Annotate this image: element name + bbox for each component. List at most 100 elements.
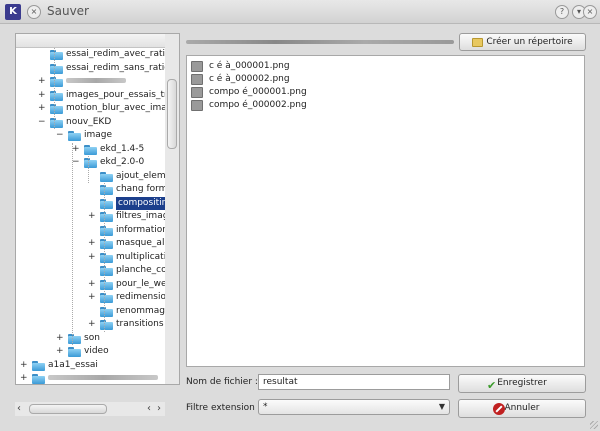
filter-select[interactable]: * ▼ xyxy=(258,399,450,415)
file-name: compo é_000001.png xyxy=(209,87,307,97)
tree-item[interactable]: renommag xyxy=(16,305,166,319)
expand-icon[interactable]: + xyxy=(38,89,46,102)
tree-item-label: ekd_2.0-0 xyxy=(100,157,145,167)
tree-vertical-scrollbar[interactable] xyxy=(165,33,180,385)
filename-input[interactable]: resultat xyxy=(258,374,450,390)
tree-item[interactable]: essai_redim_sans_ratio xyxy=(16,62,166,76)
tree-item[interactable]: + masque_alp xyxy=(16,237,166,251)
scroll-left-icon[interactable]: ‹ xyxy=(17,402,21,416)
expand-icon[interactable]: + xyxy=(88,291,96,304)
tree-guide-line xyxy=(88,156,89,183)
filter-label: Filtre extension : xyxy=(186,403,261,413)
expand-icon[interactable]: + xyxy=(72,143,80,156)
tree-item[interactable]: + xyxy=(16,75,166,89)
tree-horizontal-scroll-thumb[interactable] xyxy=(29,404,107,414)
folder-icon xyxy=(100,252,113,263)
file-name: c é à_000001.png xyxy=(209,61,290,71)
collapse-icon[interactable]: − xyxy=(38,116,46,129)
tree-item[interactable]: + redimensio xyxy=(16,291,166,305)
tree-item-label xyxy=(48,372,158,384)
tree-item[interactable]: compositin xyxy=(16,196,166,210)
tree-item[interactable]: + motion_blur_avec_imag xyxy=(16,102,166,116)
tree-item[interactable]: chang form xyxy=(16,183,166,197)
image-file-icon xyxy=(191,61,203,72)
tree-guide-line xyxy=(54,48,55,129)
scroll-right-icon[interactable]: › xyxy=(157,402,161,416)
file-name: c é à_000002.png xyxy=(209,74,290,84)
tree-item[interactable]: ajout_elem xyxy=(16,170,166,184)
tree-item[interactable]: + images_pour_essais_tra xyxy=(16,89,166,103)
scroll-left-icon-2[interactable]: ‹ xyxy=(147,402,151,416)
window-menu-icon[interactable]: × xyxy=(27,5,41,19)
tree-item[interactable]: − ekd_2.0-0 xyxy=(16,156,166,170)
tree-item-label: chang form xyxy=(116,184,166,194)
tree-item[interactable]: + xyxy=(16,372,166,384)
directory-tree[interactable]: essai_redim_avec_ratio essai_redim_sans_r… xyxy=(15,33,180,385)
cancel-label: Annuler xyxy=(504,403,540,413)
tree-item-label: ekd_1.4-5 xyxy=(100,143,145,154)
tree-item-label: information xyxy=(116,224,166,235)
tree-item[interactable]: + a1a1_essai xyxy=(16,359,166,373)
tree-item[interactable]: + ekd_1.4-5 xyxy=(16,143,166,157)
folder-icon xyxy=(32,360,45,371)
file-list[interactable]: c é à_000001.png c é à_000002.png compo … xyxy=(186,55,585,367)
expand-icon[interactable]: + xyxy=(38,75,46,88)
tree-rows: essai_redim_avec_ratio essai_redim_sans_r… xyxy=(16,48,166,384)
tree-vertical-scroll-thumb[interactable] xyxy=(167,79,177,149)
expand-icon[interactable]: + xyxy=(56,345,64,358)
cancel-button[interactable]: Annuler xyxy=(458,399,586,418)
tree-item-label: essai_redim_avec_ratio xyxy=(66,49,166,59)
create-directory-button[interactable]: Créer un répertoire xyxy=(459,33,586,51)
tree-item[interactable]: planche_co xyxy=(16,264,166,278)
tree-item[interactable]: + filtres_imag xyxy=(16,210,166,224)
image-file-icon xyxy=(191,87,203,98)
folder-icon xyxy=(84,158,97,168)
tree-item-label: motion_blur_avec_imag xyxy=(66,103,166,113)
save-button[interactable]: ✔ Enregistrer xyxy=(458,374,586,393)
tree-item-label: image xyxy=(84,130,113,140)
tree-item-label: masque_alp xyxy=(116,238,166,248)
tree-item[interactable]: + son xyxy=(16,332,166,346)
expand-icon[interactable]: + xyxy=(88,251,96,264)
expand-icon[interactable]: + xyxy=(20,359,28,372)
tree-item[interactable]: − nouv_EKD xyxy=(16,116,166,130)
tree-item-label xyxy=(66,75,126,89)
folder-icon xyxy=(50,50,63,60)
expand-icon[interactable]: + xyxy=(88,278,96,291)
folder-icon xyxy=(100,239,113,249)
close-icon[interactable]: × xyxy=(583,5,597,19)
folder-icon xyxy=(100,279,113,290)
tree-header xyxy=(16,34,179,48)
tree-item[interactable]: + video xyxy=(16,345,166,359)
tree-item[interactable]: + multiplicati xyxy=(16,251,166,265)
tree-item-label: video xyxy=(84,346,109,356)
window-title: Sauver xyxy=(47,4,89,18)
tree-item[interactable]: + transitions xyxy=(16,318,166,332)
expand-icon[interactable]: + xyxy=(38,102,46,115)
folder-icon xyxy=(50,63,63,74)
resize-grip-icon[interactable] xyxy=(590,421,598,429)
path-bar xyxy=(186,37,456,47)
folder-icon xyxy=(50,104,63,114)
folder-icon xyxy=(32,374,45,384)
expand-icon[interactable]: + xyxy=(20,372,28,384)
tree-item[interactable]: essai_redim_avec_ratio xyxy=(16,48,166,62)
tree-item[interactable]: + pour_le_we xyxy=(16,278,166,292)
expand-icon[interactable]: + xyxy=(56,332,64,345)
collapse-icon[interactable]: − xyxy=(72,156,80,169)
file-name: compo é_000002.png xyxy=(209,100,307,110)
folder-icon xyxy=(100,225,113,236)
tree-item-label: pour_le_we xyxy=(116,278,166,289)
tree-horizontal-scrollbar[interactable]: ‹ ‹ › xyxy=(15,402,165,416)
folder-icon xyxy=(100,212,113,222)
app-icon: K xyxy=(5,4,21,20)
expand-icon[interactable]: + xyxy=(88,318,96,331)
help-icon[interactable]: ? xyxy=(555,5,569,19)
tree-item-label: ajout_elem xyxy=(116,170,166,181)
tree-item[interactable]: − image xyxy=(16,129,166,143)
tree-item[interactable]: information xyxy=(16,224,166,238)
expand-icon[interactable]: + xyxy=(88,237,96,250)
expand-icon[interactable]: + xyxy=(88,210,96,223)
collapse-icon[interactable]: − xyxy=(56,129,64,142)
folder-icon xyxy=(68,347,81,357)
